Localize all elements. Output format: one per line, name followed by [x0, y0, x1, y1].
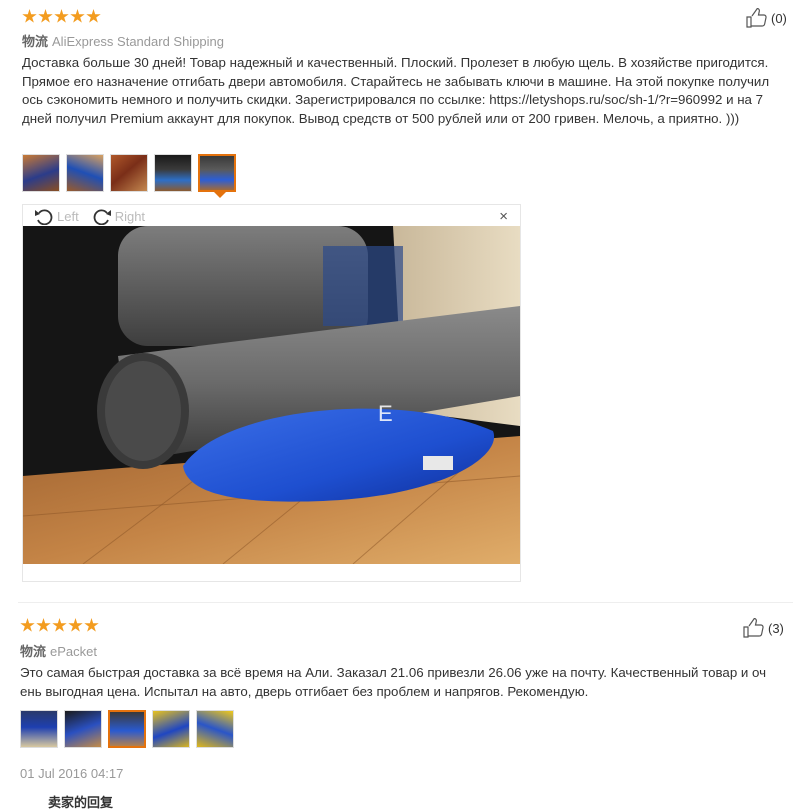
photo-thumbnail[interactable] [66, 154, 104, 192]
rotate-right-button[interactable]: Right [91, 207, 145, 225]
star-icon [22, 9, 37, 23]
photo-thumbnail[interactable] [152, 710, 190, 748]
review-text: Это самая быстрая доставка за всё время … [20, 665, 767, 699]
shipping-info: 物流 AliExpress Standard Shipping [22, 31, 224, 50]
close-icon[interactable]: × [499, 208, 508, 225]
star-icon [84, 618, 99, 632]
photo-thumbnail[interactable] [196, 710, 234, 748]
rating-stars [22, 9, 101, 24]
star-icon [20, 618, 35, 632]
svg-text:E: E [378, 401, 393, 426]
photo-thumbnail[interactable] [154, 154, 192, 192]
photo-thumbnail[interactable] [110, 154, 148, 192]
shipping-info: 物流 ePacket [20, 641, 97, 660]
rotate-left-icon [35, 209, 53, 225]
photo-thumbnail-selected[interactable] [198, 154, 236, 198]
rotate-left-label: Left [57, 208, 79, 224]
star-icon [68, 618, 83, 632]
photo-thumbnail[interactable] [64, 710, 102, 748]
star-icon [36, 618, 51, 632]
star-icon [86, 9, 101, 23]
thumbs-up-icon [746, 8, 767, 28]
photo-thumbnail-selected[interactable] [108, 710, 146, 748]
helpful-count: (3) [768, 620, 784, 636]
review-text: Доставка больше 30 дней! Товар надежный … [22, 55, 770, 126]
viewer-toolbar: Left Right [33, 207, 145, 225]
shipping-label: 物流 [22, 34, 49, 49]
thumbs-up-icon [743, 618, 764, 638]
review-2: (3) 物流 ePacket Это самая быстрая доставка… [0, 600, 800, 810]
rotate-left-button[interactable]: Left [33, 207, 79, 225]
review-date: 01 Jul 2016 04:17 [20, 766, 124, 781]
star-icon [54, 9, 69, 23]
seller-reply-heading: 卖家的回复 [48, 792, 113, 811]
seller-reply-label: 卖家的回复 [48, 795, 114, 810]
rotate-right-label: Right [114, 208, 146, 224]
photo-thumbnail[interactable] [20, 710, 58, 748]
review-photo: E [23, 226, 520, 564]
helpful-button[interactable]: (3) [743, 618, 784, 638]
star-icon [52, 618, 67, 632]
photo-viewer: Left Right × E [22, 204, 521, 582]
star-icon [38, 9, 53, 23]
shipping-method: ePacket [50, 644, 97, 659]
shipping-label: 物流 [20, 644, 47, 659]
helpful-count: (0) [771, 10, 787, 26]
photo-thumbnail[interactable] [22, 154, 60, 192]
rotate-right-icon [93, 209, 111, 225]
selected-caret-icon [213, 191, 227, 198]
helpful-button[interactable]: (0) [746, 8, 787, 28]
shipping-method: AliExpress Standard Shipping [52, 34, 225, 49]
review-1: (0) 物流 AliExpress Standard Shipping Доста… [0, 0, 800, 600]
star-icon [70, 9, 85, 23]
review-photo-image: E [23, 226, 520, 564]
rating-stars [20, 618, 99, 633]
photo-thumbnails [20, 710, 234, 748]
photo-thumbnails [22, 154, 236, 198]
